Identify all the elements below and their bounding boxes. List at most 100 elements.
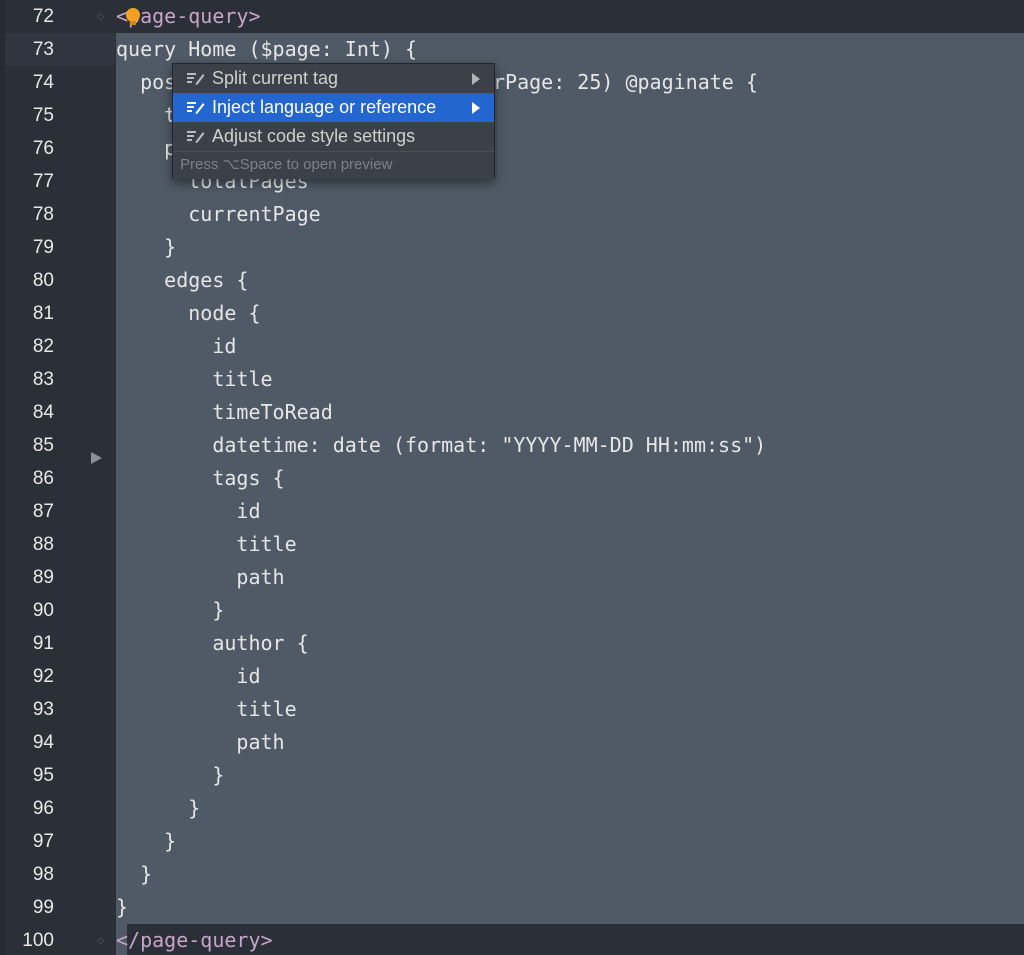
code-text: tags { xyxy=(116,466,285,490)
code-text: } xyxy=(116,895,129,919)
code-line[interactable]: 95 } xyxy=(0,759,1024,792)
code-line[interactable]: 85 datetime: date (format: "YYYY-MM-DD H… xyxy=(0,429,1024,462)
code-line[interactable]: 90 } xyxy=(0,594,1024,627)
line-number: 95 xyxy=(32,765,54,786)
menu-item-label: Inject language or reference xyxy=(212,97,437,117)
line-number: 78 xyxy=(32,204,54,225)
code-text: timeToRead xyxy=(116,400,333,424)
code-line[interactable]: 77 totalPages xyxy=(0,165,1024,198)
code-line[interactable]: 86 tags { xyxy=(0,462,1024,495)
line-number: 86 xyxy=(32,468,54,489)
line-number: 80 xyxy=(32,270,54,291)
code-line[interactable]: 76 p xyxy=(0,132,1024,165)
code-line[interactable]: 100 </page-query> xyxy=(0,924,1024,955)
code-editor[interactable]: 72 <page-query> 73 query Home ($page: Int) … xyxy=(0,0,1024,955)
code-text: } xyxy=(116,829,177,853)
lightbulb-intention-icon[interactable] xyxy=(126,8,140,22)
code-line[interactable]: 72 <page-query> xyxy=(0,0,1024,33)
code-line[interactable]: 74 pos rPage: 25) @paginate { xyxy=(0,66,1024,99)
line-number: 91 xyxy=(32,633,54,654)
line-number: 88 xyxy=(32,534,54,555)
line-number: 97 xyxy=(32,831,54,852)
menu-item-split-current-tag[interactable]: Split current tag xyxy=(173,64,494,93)
code-text: id xyxy=(116,499,261,523)
code-text: id xyxy=(116,664,261,688)
code-text: path xyxy=(116,565,285,589)
line-number: 98 xyxy=(32,864,54,885)
code-text: title xyxy=(116,367,273,391)
code-line[interactable]: 79 } xyxy=(0,231,1024,264)
lightbulb-base-icon xyxy=(130,21,136,25)
code-text: rPage: 25) @paginate { xyxy=(493,70,758,94)
code-text: path xyxy=(116,730,285,754)
code-line[interactable]: 80 edges { xyxy=(0,264,1024,297)
submenu-arrow-icon xyxy=(472,102,480,114)
line-number: 72 xyxy=(32,6,54,27)
line-number: 92 xyxy=(32,666,54,687)
code-line[interactable]: 94 path xyxy=(0,726,1024,759)
code-text: } xyxy=(116,763,225,787)
code-line[interactable]: 96 } xyxy=(0,792,1024,825)
code-text: query Home ($page: Int) { xyxy=(116,37,418,61)
line-number: 77 xyxy=(32,171,54,192)
gutter-play-arrow-icon[interactable] xyxy=(91,452,102,464)
line-number: 76 xyxy=(32,138,54,159)
code-text: id xyxy=(116,334,237,358)
code-text: title xyxy=(116,532,297,556)
code-line[interactable]: 73 query Home ($page: Int) { xyxy=(0,33,1024,66)
code-line[interactable]: 82 id xyxy=(0,330,1024,363)
line-number: 100 xyxy=(22,930,54,951)
code-line[interactable]: 98 } xyxy=(0,858,1024,891)
line-number: 75 xyxy=(32,105,54,126)
line-number: 84 xyxy=(32,402,54,423)
code-text: </page-query> xyxy=(116,928,273,952)
line-number: 85 xyxy=(32,435,54,456)
menu-item-adjust-code-style[interactable]: Adjust code style settings xyxy=(173,122,494,151)
code-text: } xyxy=(116,862,153,886)
code-line[interactable]: 84 timeToRead xyxy=(0,396,1024,429)
line-number: 87 xyxy=(32,501,54,522)
edit-intention-icon xyxy=(187,73,205,85)
fold-marker-icon[interactable]: ◇ xyxy=(97,10,109,22)
code-text: edges { xyxy=(116,268,249,292)
code-text: title xyxy=(116,697,297,721)
code-line[interactable]: 99} xyxy=(0,891,1024,924)
line-number: 99 xyxy=(32,897,54,918)
line-number: 90 xyxy=(32,600,54,621)
code-line[interactable]: 93 title xyxy=(0,693,1024,726)
code-line[interactable]: 88 title xyxy=(0,528,1024,561)
line-number: 83 xyxy=(32,369,54,390)
code-text: datetime: date (format: "YYYY-MM-DD HH:m… xyxy=(116,433,767,457)
edit-intention-icon xyxy=(187,102,205,114)
code-line[interactable]: 87 id xyxy=(0,495,1024,528)
line-number: 94 xyxy=(32,732,54,753)
popup-hint-text: Press ⌥Space to open preview xyxy=(180,156,393,173)
line-number: 96 xyxy=(32,798,54,819)
line-number: 74 xyxy=(32,72,54,93)
menu-item-label: Adjust code style settings xyxy=(212,126,416,146)
fold-marker-icon[interactable]: ◇ xyxy=(97,934,109,946)
code-line[interactable]: 83 title xyxy=(0,363,1024,396)
code-line[interactable]: 81 node { xyxy=(0,297,1024,330)
menu-item-label: Split current tag xyxy=(212,68,339,88)
code-line[interactable]: 91 author { xyxy=(0,627,1024,660)
code-text: } xyxy=(116,598,225,622)
code-line[interactable]: 78 currentPage xyxy=(0,198,1024,231)
code-line[interactable]: 89 path xyxy=(0,561,1024,594)
line-number: 89 xyxy=(32,567,54,588)
line-number: 79 xyxy=(32,237,54,258)
code-text: currentPage xyxy=(116,202,321,226)
code-line[interactable]: 92 id xyxy=(0,660,1024,693)
code-text: node { xyxy=(116,301,261,325)
menu-item-inject-language[interactable]: Inject language or reference xyxy=(173,93,494,122)
line-number: 73 xyxy=(32,39,54,60)
code-text: } xyxy=(116,235,177,259)
code-line[interactable]: 75 t xyxy=(0,99,1024,132)
code-text: p xyxy=(116,136,177,160)
code-text: pos xyxy=(116,70,177,94)
line-number: 82 xyxy=(32,336,54,357)
line-number: 93 xyxy=(32,699,54,720)
submenu-arrow-icon xyxy=(472,73,480,85)
code-line[interactable]: 97 } xyxy=(0,825,1024,858)
code-text: author { xyxy=(116,631,309,655)
